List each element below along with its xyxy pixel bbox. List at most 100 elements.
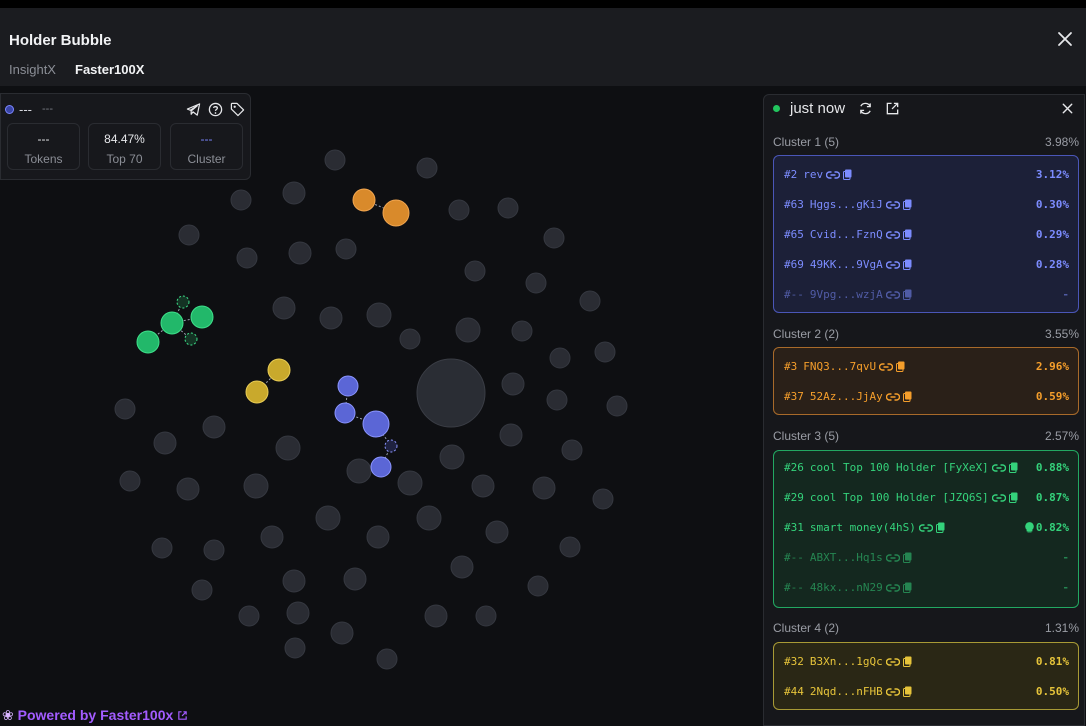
cluster-1-bubble[interactable]: [362, 410, 390, 438]
neutral-bubble[interactable]: [366, 302, 392, 328]
neutral-bubble[interactable]: [284, 637, 306, 659]
neutral-bubble[interactable]: [511, 320, 533, 342]
tag-icon[interactable]: [230, 102, 245, 117]
neutral-bubble[interactable]: [153, 431, 177, 455]
neutral-bubble[interactable]: [464, 260, 486, 282]
link-icon[interactable]: [885, 657, 900, 667]
neutral-bubble[interactable]: [606, 395, 628, 417]
neutral-bubble[interactable]: [315, 505, 341, 531]
cluster-3-row-5[interactable]: #-- 48kx...nN29 -: [784, 581, 1069, 599]
link-icon[interactable]: [826, 170, 841, 180]
neutral-bubble[interactable]: [424, 604, 448, 628]
center-bubble[interactable]: [416, 358, 486, 428]
cluster-3-row-1[interactable]: #26 cool Top 100 Holder [FyXeX] 0.88%: [784, 461, 1069, 479]
neutral-bubble[interactable]: [499, 423, 523, 447]
neutral-bubble[interactable]: [549, 347, 571, 369]
cluster-4-row-2[interactable]: #44 2Nqd...nFHB 0.50%: [784, 685, 1069, 703]
neutral-bubble[interactable]: [471, 474, 495, 498]
neutral-bubble[interactable]: [455, 317, 481, 343]
cluster-3-bubble[interactable]: [136, 330, 160, 354]
cluster-1-row-3[interactable]: #65 Cvid...FznQ 0.29%: [784, 228, 1069, 246]
cluster-3-bubble[interactable]: [184, 332, 198, 346]
neutral-bubble[interactable]: [319, 306, 343, 330]
neutral-bubble[interactable]: [288, 241, 312, 265]
neutral-bubble[interactable]: [543, 227, 565, 249]
copy-icon[interactable]: [902, 552, 912, 563]
neutral-bubble[interactable]: [335, 238, 357, 260]
neutral-bubble[interactable]: [579, 290, 601, 312]
link-icon[interactable]: [885, 230, 900, 240]
neutral-bubble[interactable]: [525, 272, 547, 294]
link-icon[interactable]: [885, 553, 900, 563]
link-icon[interactable]: [885, 687, 900, 697]
neutral-bubble[interactable]: [243, 473, 269, 499]
neutral-bubble[interactable]: [561, 439, 583, 461]
link-icon[interactable]: [885, 260, 900, 270]
neutral-bubble[interactable]: [559, 536, 581, 558]
neutral-bubble[interactable]: [485, 520, 509, 544]
neutral-bubble[interactable]: [594, 341, 616, 363]
cluster-1-bubble[interactable]: [384, 439, 398, 453]
neutral-bubble[interactable]: [230, 189, 252, 211]
neutral-bubble[interactable]: [376, 648, 398, 670]
neutral-bubble[interactable]: [330, 621, 354, 645]
neutral-bubble[interactable]: [203, 539, 225, 561]
telegram-icon[interactable]: [186, 102, 201, 117]
neutral-bubble[interactable]: [114, 398, 136, 420]
cluster-4-bubble[interactable]: [267, 358, 291, 382]
neutral-bubble[interactable]: [399, 328, 421, 350]
copy-icon[interactable]: [902, 391, 912, 402]
link-icon[interactable]: [885, 392, 900, 402]
cluster-1-row-2[interactable]: #63 Hggs...gKiJ 0.30%: [784, 198, 1069, 216]
cluster-1-row-4[interactable]: #69 49KK...9VgA 0.28%: [784, 258, 1069, 276]
cluster-4-bubble[interactable]: [245, 380, 269, 404]
tab-insightx[interactable]: InsightX: [9, 62, 56, 77]
neutral-bubble[interactable]: [346, 458, 372, 484]
refresh-icon[interactable]: [858, 101, 873, 116]
cluster-3-bubble[interactable]: [190, 305, 214, 329]
copy-icon[interactable]: [1008, 462, 1018, 473]
neutral-bubble[interactable]: [592, 488, 614, 510]
link-icon[interactable]: [885, 290, 900, 300]
neutral-bubble[interactable]: [272, 296, 296, 320]
neutral-bubble[interactable]: [439, 444, 465, 470]
copy-icon[interactable]: [1008, 492, 1018, 503]
help-icon[interactable]: [208, 102, 223, 117]
neutral-bubble[interactable]: [416, 157, 438, 179]
link-icon[interactable]: [885, 200, 900, 210]
neutral-bubble[interactable]: [282, 181, 306, 205]
neutral-bubble[interactable]: [397, 470, 423, 496]
cluster-1-bubble[interactable]: [370, 456, 392, 478]
close-icon[interactable]: [1056, 30, 1074, 48]
cluster-1-bubble[interactable]: [337, 375, 359, 397]
cluster-3-row-3[interactable]: #31 smart money(4hS) 0.82%: [784, 521, 1069, 539]
neutral-bubble[interactable]: [260, 525, 284, 549]
cluster-2-bubble[interactable]: [382, 199, 410, 227]
neutral-bubble[interactable]: [324, 149, 346, 171]
copy-icon[interactable]: [935, 522, 945, 533]
copy-icon[interactable]: [902, 289, 912, 300]
link-icon[interactable]: [991, 493, 1006, 503]
cluster-1-bubble[interactable]: [334, 402, 356, 424]
neutral-bubble[interactable]: [191, 579, 213, 601]
tab-faster100x[interactable]: Faster100X: [75, 62, 144, 77]
neutral-bubble[interactable]: [343, 567, 367, 591]
neutral-bubble[interactable]: [497, 197, 519, 219]
link-icon[interactable]: [991, 463, 1006, 473]
neutral-bubble[interactable]: [176, 477, 200, 501]
link-icon[interactable]: [918, 523, 933, 533]
copy-icon[interactable]: [843, 169, 852, 180]
cluster-2-row-2[interactable]: #37 52Az...JjAy 0.59%: [784, 390, 1069, 408]
cluster-3-bubble[interactable]: [160, 311, 184, 335]
cluster-1-row-1[interactable]: #2 rev 3.12%: [784, 168, 1069, 186]
neutral-bubble[interactable]: [236, 247, 258, 269]
neutral-bubble[interactable]: [448, 199, 470, 221]
link-icon[interactable]: [885, 583, 900, 593]
powered-by-link[interactable]: ❀ Powered by Faster100x: [2, 707, 188, 724]
neutral-bubble[interactable]: [532, 476, 556, 500]
copy-icon[interactable]: [902, 259, 912, 270]
cluster-3-row-4[interactable]: #-- ABXT...Hq1s -: [784, 551, 1069, 569]
cluster-4-row-1[interactable]: #32 B3Xn...1gQc 0.81%: [784, 655, 1069, 673]
copy-icon[interactable]: [902, 229, 912, 240]
link-icon[interactable]: [878, 362, 894, 372]
